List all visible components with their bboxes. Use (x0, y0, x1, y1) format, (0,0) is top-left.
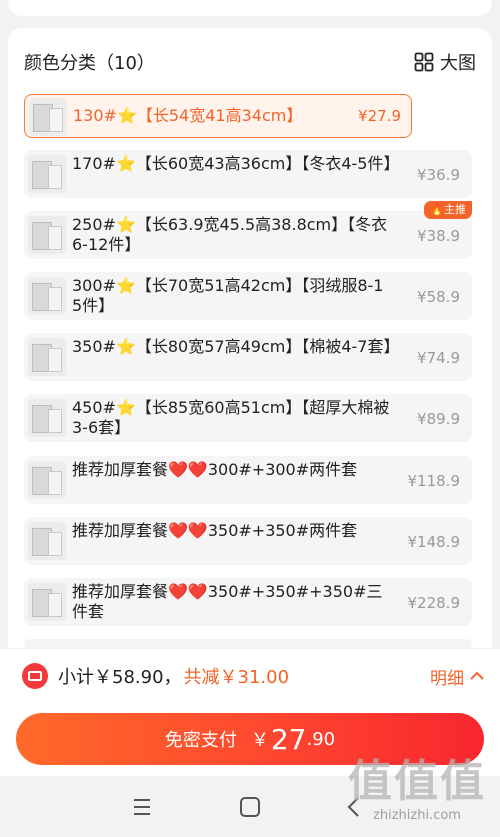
sku-option-label: 350#⭐【长80宽57高49cm】【棉被4-7套】 (72, 337, 400, 356)
sku-option[interactable]: 130#⭐【长54宽41高34cm】 ¥27.9 (24, 94, 412, 138)
watermark-logo: 值值值 (348, 756, 486, 807)
detail-label: 明细 (430, 668, 464, 689)
section-title: 颜色分类（10） (24, 53, 155, 74)
sku-option-price: ¥74.9 (417, 349, 460, 367)
sku-option[interactable]: 350#⭐【长80宽57高49cm】【棉被4-7套】 ¥74.9 (24, 333, 472, 381)
sku-thumbnail (29, 98, 67, 136)
pay-currency: ￥ (250, 730, 269, 751)
sku-option-price: ¥58.9 (417, 288, 460, 306)
site-watermark: 值值值 zhizhizhi.com (342, 756, 492, 834)
home-icon[interactable] (240, 797, 260, 817)
sku-option[interactable]: 推荐加厚套餐❤️❤️300#+300#两件套 ¥118.9 (24, 456, 472, 504)
sku-option-label: 250#⭐【长63.9宽45.5高38.8cm】【冬衣6-12件】 (72, 215, 388, 254)
detail-toggle[interactable]: 明细 (430, 664, 484, 689)
price-summary: 小计￥58.90， 共减￥31.00 明细 (22, 660, 484, 692)
sku-thumbnail (28, 399, 66, 437)
sku-thumbnail (28, 216, 66, 254)
menu-icon[interactable] (132, 798, 152, 816)
pay-amount-integer: 27 (270, 722, 307, 756)
watermark-url: zhizhizhi.com (373, 808, 461, 823)
chevron-up-icon (470, 671, 484, 680)
sku-thumbnail (28, 277, 66, 315)
subtotal-text: 小计￥58.90， (58, 667, 182, 688)
big-image-label: 大图 (440, 53, 476, 74)
sku-option-price: ¥118.9 (407, 472, 461, 490)
section-header: 颜色分类（10） 大图 (24, 48, 476, 76)
sku-option[interactable]: 450#⭐【长85宽60高51cm】【超厚大棉被3-6套】 ¥89.9 (24, 394, 472, 442)
promoted-badge-label: 主推 (444, 203, 466, 216)
sku-option[interactable]: 250#⭐【长63.9宽45.5高38.8cm】【冬衣6-12件】 ¥38.9 … (24, 201, 472, 259)
sku-option[interactable]: 300#⭐【长70宽51高42cm】【羽绒服8-15件】 ¥58.9 (24, 272, 472, 320)
sku-thumbnail (28, 583, 66, 621)
big-image-toggle[interactable]: 大图 (414, 49, 476, 75)
sku-option-price: ¥36.9 (417, 166, 460, 184)
sku-option-label: 推荐加厚套餐❤️❤️300#+300#两件套 (72, 460, 358, 479)
sku-option-price: ¥38.9 (417, 227, 460, 245)
sku-option-price: ¥27.9 (358, 107, 401, 125)
sku-thumbnail (28, 338, 66, 376)
coupon-icon (22, 663, 48, 689)
pay-amount-decimal: .90 (306, 728, 336, 750)
sku-thumbnail (28, 155, 66, 193)
sku-option[interactable]: 推荐加厚套餐❤️❤️350#+350#+350#三件套 ¥228.9 (24, 578, 472, 626)
sku-option[interactable]: 170#⭐【长60宽43高36cm】【冬衣4-5件】 ¥36.9 (24, 150, 472, 198)
sku-option-label: 130#⭐【长54宽41高34cm】 (73, 106, 303, 125)
sku-option-price: ¥148.9 (407, 533, 461, 551)
sku-option-label: 推荐加厚套餐❤️❤️350#+350#+350#三件套 (72, 582, 383, 621)
sku-option-label: 450#⭐【长85宽60高51cm】【超厚大棉被3-6套】 (72, 398, 390, 437)
sku-thumbnail (28, 461, 66, 499)
sku-option-price: ¥228.9 (407, 594, 461, 612)
sku-thumbnail (28, 522, 66, 560)
sku-option[interactable]: 推荐加厚套餐❤️❤️350#+350#两件套 ¥148.9 (24, 517, 472, 565)
promoted-badge: 🔥主推 (424, 201, 472, 219)
pay-button-label: 免密支付 (164, 730, 237, 751)
sku-option-label: 300#⭐【长70宽51高42cm】【羽绒服8-15件】 (72, 276, 384, 315)
grid-icon (414, 52, 434, 72)
sku-option-label: 170#⭐【长60宽43高36cm】【冬衣4-5件】 (72, 154, 400, 173)
top-card (8, 0, 492, 16)
sku-option-price: ¥89.9 (417, 410, 460, 428)
discount-text: 共减￥31.00 (183, 667, 290, 688)
sku-option-label: 推荐加厚套餐❤️❤️350#+350#两件套 (72, 521, 358, 540)
